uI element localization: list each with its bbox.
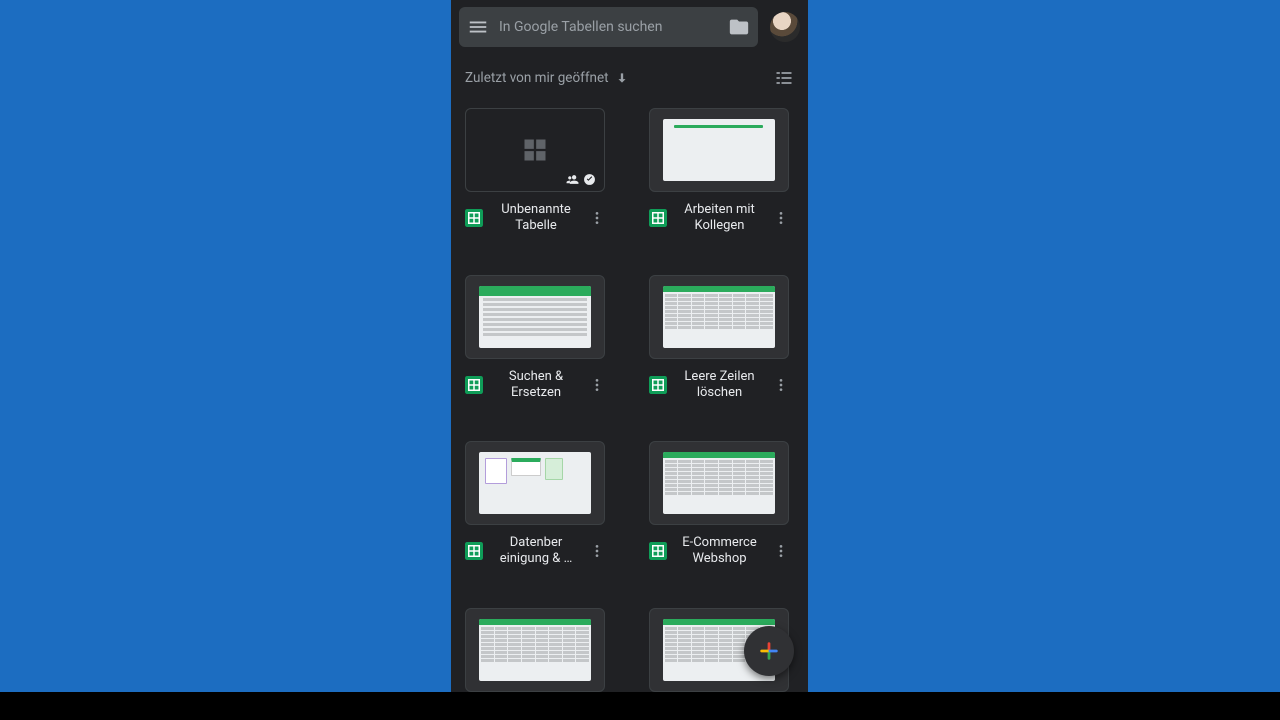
search-placeholder: In Google Tabellen suchen — [499, 19, 718, 35]
letterbox — [0, 692, 1280, 720]
file-card[interactable]: E-Commerce — [465, 608, 605, 693]
sheets-icon — [465, 376, 483, 394]
sheets-icon — [649, 209, 667, 227]
avatar[interactable] — [770, 12, 800, 42]
file-card[interactable]: Arbeiten mit Kollegen — [649, 108, 789, 235]
more-icon[interactable] — [773, 377, 789, 393]
file-name: Datenber einigung & … — [491, 535, 581, 568]
file-name: Unbenannte Tabelle — [491, 202, 581, 235]
file-meta: Datenber einigung & … — [465, 535, 605, 568]
file-grid: Unbenannte Tabelle Arbeiten mit Kollegen — [451, 98, 808, 692]
search-bar[interactable]: In Google Tabellen suchen — [459, 7, 758, 47]
file-card[interactable]: Suchen & Ersetzen — [465, 275, 605, 402]
new-sheet-fab[interactable] — [744, 626, 794, 676]
file-thumbnail — [465, 108, 605, 192]
arrow-down-icon — [615, 71, 629, 85]
file-meta: Leere Zeilen löschen — [649, 369, 789, 402]
app-frame: In Google Tabellen suchen Zuletzt von mi… — [451, 0, 808, 692]
file-name: E-Commerce Webshop — [675, 535, 765, 568]
file-thumbnail — [649, 441, 789, 525]
sheets-icon — [649, 542, 667, 560]
shared-icon — [566, 173, 579, 186]
more-icon[interactable] — [773, 543, 789, 559]
top-bar: In Google Tabellen suchen — [451, 0, 808, 54]
file-name: Suchen & Ersetzen — [491, 369, 581, 402]
more-icon[interactable] — [589, 543, 605, 559]
sheets-placeholder-icon — [521, 136, 549, 164]
sheets-icon — [465, 542, 483, 560]
sort-dropdown[interactable]: Zuletzt von mir geöffnet — [465, 70, 629, 86]
file-thumbnail — [465, 608, 605, 692]
file-thumbnail — [465, 441, 605, 525]
file-meta: Suchen & Ersetzen — [465, 369, 605, 402]
folder-icon[interactable] — [728, 16, 750, 38]
more-icon[interactable] — [589, 210, 605, 226]
offline-icon — [583, 173, 596, 186]
sheets-icon — [649, 376, 667, 394]
list-view-icon[interactable] — [774, 68, 794, 88]
file-name: Leere Zeilen löschen — [675, 369, 765, 402]
sort-label-text: Zuletzt von mir geöffnet — [465, 70, 609, 86]
file-name: Arbeiten mit Kollegen — [675, 202, 765, 235]
file-card[interactable]: E-Commerce Webshop — [649, 441, 789, 568]
file-meta: Unbenannte Tabelle — [465, 202, 605, 235]
file-card[interactable]: Leere Zeilen löschen — [649, 275, 789, 402]
menu-icon[interactable] — [467, 16, 489, 38]
file-thumbnail — [465, 275, 605, 359]
sort-bar: Zuletzt von mir geöffnet — [451, 54, 808, 98]
more-icon[interactable] — [773, 210, 789, 226]
file-thumbnail — [649, 275, 789, 359]
more-icon[interactable] — [589, 377, 605, 393]
file-meta: Arbeiten mit Kollegen — [649, 202, 789, 235]
file-card[interactable]: Datenber einigung & … — [465, 441, 605, 568]
file-thumbnail — [649, 108, 789, 192]
file-card[interactable]: Unbenannte Tabelle — [465, 108, 605, 235]
plus-icon — [758, 640, 780, 662]
sheets-icon — [465, 209, 483, 227]
file-meta: E-Commerce Webshop — [649, 535, 789, 568]
